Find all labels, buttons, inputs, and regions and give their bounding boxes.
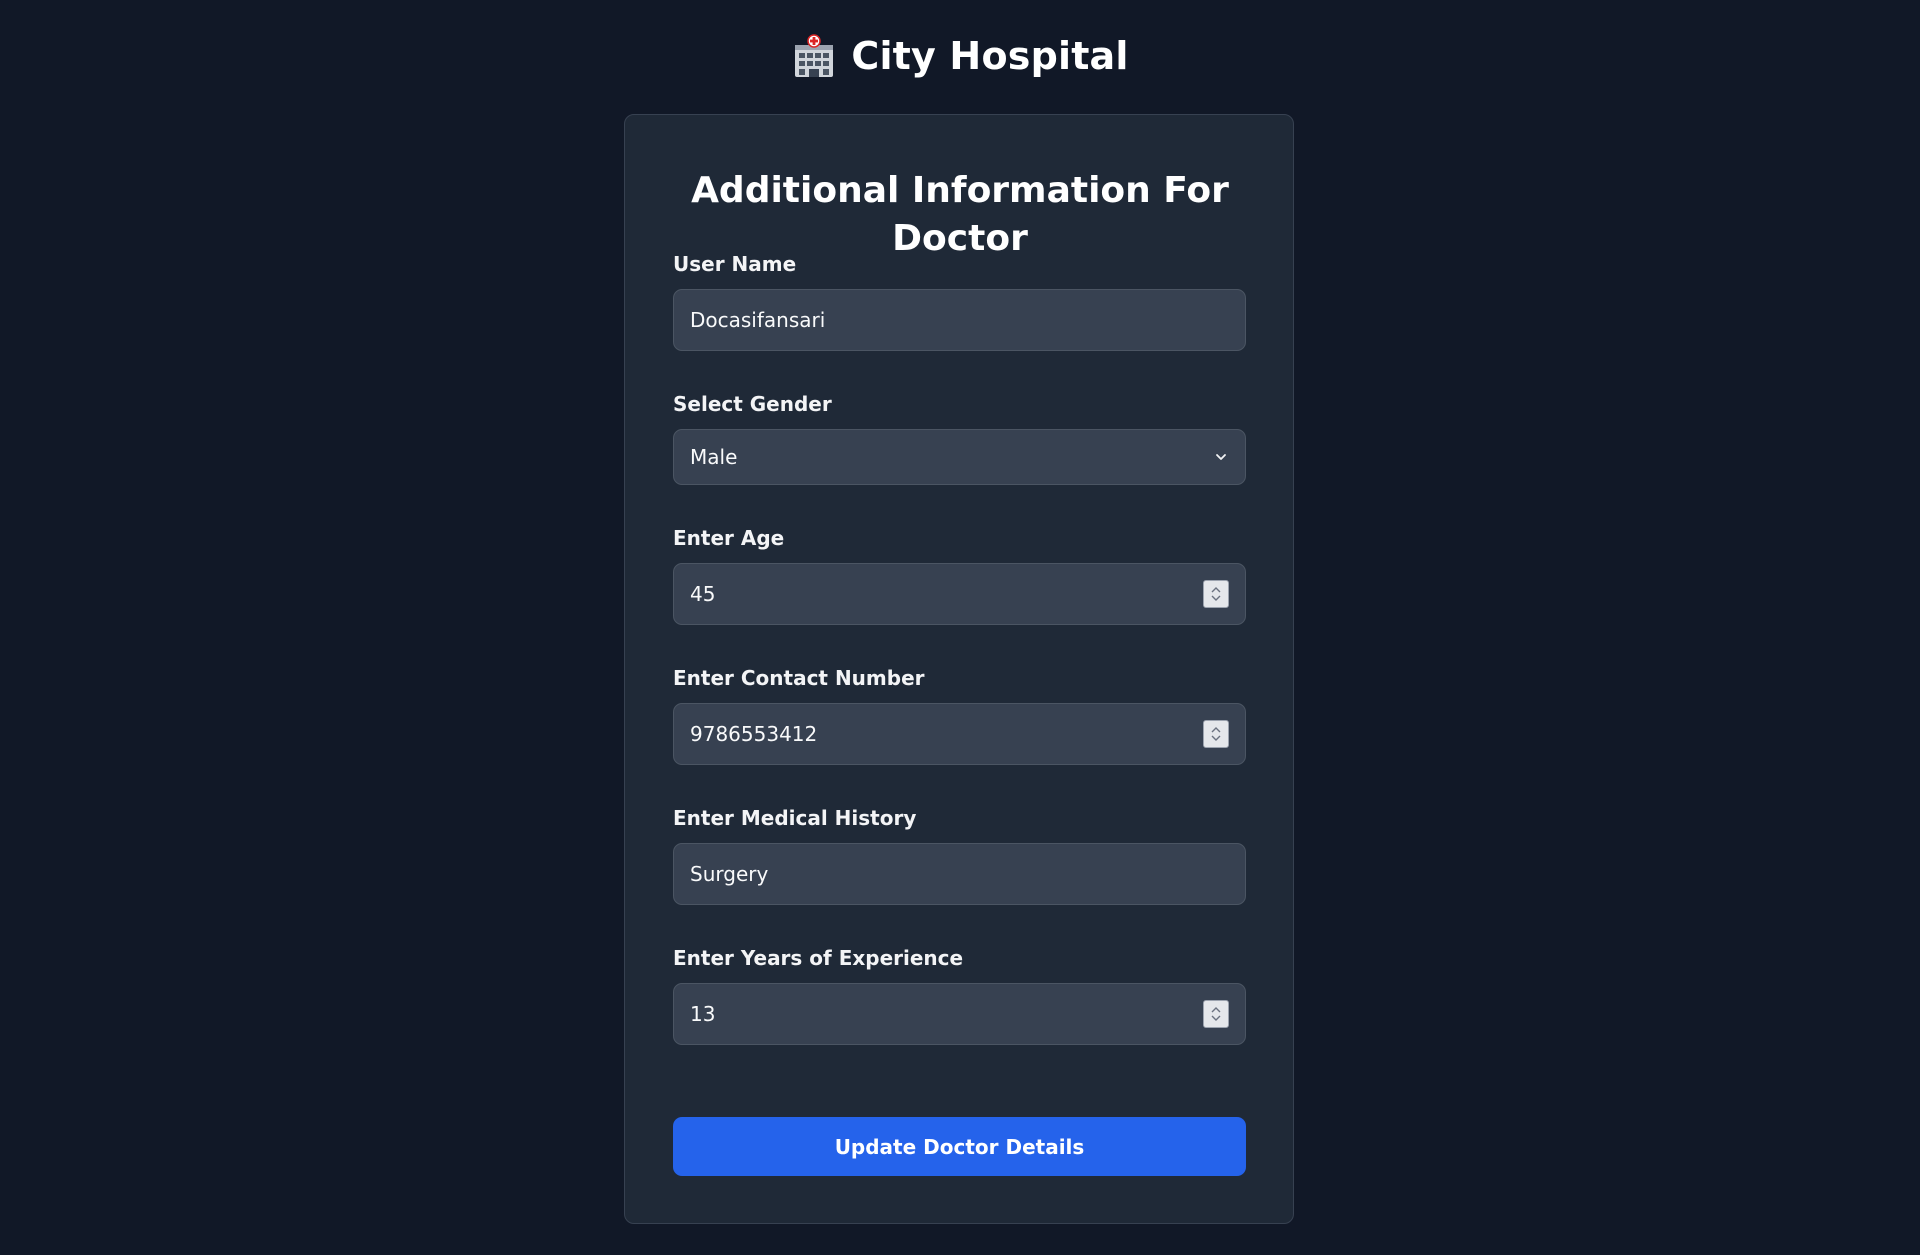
app-header: City Hospital bbox=[0, 28, 1920, 84]
username-input[interactable] bbox=[690, 290, 1229, 350]
chevron-up-icon[interactable] bbox=[1210, 1005, 1222, 1014]
medical-history-field[interactable] bbox=[673, 843, 1246, 905]
gender-select[interactable]: Male bbox=[673, 429, 1246, 485]
app-title: City Hospital bbox=[851, 34, 1129, 78]
hospital-icon bbox=[791, 33, 837, 79]
chevron-up-icon[interactable] bbox=[1210, 585, 1222, 594]
chevron-down-icon[interactable] bbox=[1210, 1014, 1222, 1023]
chevron-down-icon[interactable] bbox=[1210, 734, 1222, 743]
experience-stepper[interactable] bbox=[1203, 1000, 1229, 1028]
age-field[interactable] bbox=[673, 563, 1246, 625]
update-doctor-details-button[interactable]: Update Doctor Details bbox=[673, 1117, 1246, 1176]
form-title: Additional Information For Doctor bbox=[691, 170, 1229, 259]
medical-history-input[interactable] bbox=[690, 844, 1229, 904]
medical-history-label: Enter Medical History bbox=[673, 806, 917, 830]
gender-selected-value: Male bbox=[690, 445, 738, 469]
username-label: User Name bbox=[673, 252, 797, 276]
contact-field[interactable] bbox=[673, 703, 1246, 765]
gender-label: Select Gender bbox=[673, 392, 832, 416]
experience-input[interactable] bbox=[690, 984, 1203, 1044]
contact-stepper[interactable] bbox=[1203, 720, 1229, 748]
contact-label: Enter Contact Number bbox=[673, 666, 925, 690]
age-input[interactable] bbox=[690, 564, 1203, 624]
username-field[interactable] bbox=[673, 289, 1246, 351]
experience-field[interactable] bbox=[673, 983, 1246, 1045]
age-stepper[interactable] bbox=[1203, 580, 1229, 608]
experience-label: Enter Years of Experience bbox=[673, 946, 964, 970]
contact-input[interactable] bbox=[690, 704, 1203, 764]
chevron-down-icon bbox=[1213, 449, 1229, 465]
age-label: Enter Age bbox=[673, 526, 785, 550]
chevron-up-icon[interactable] bbox=[1210, 725, 1222, 734]
doctor-info-form: Additional Information For Doctor User N… bbox=[624, 114, 1294, 1224]
chevron-down-icon[interactable] bbox=[1210, 594, 1222, 603]
